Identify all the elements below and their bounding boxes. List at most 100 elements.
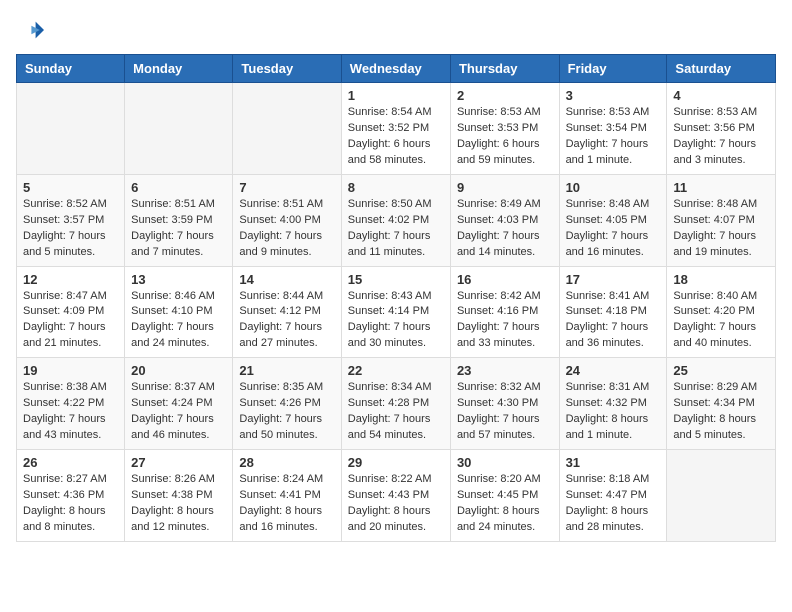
day-info: Sunrise: 8:37 AM Sunset: 4:24 PM Dayligh…	[131, 380, 226, 444]
day-number: 12	[23, 272, 118, 287]
calendar-cell: 4Sunrise: 8:53 AM Sunset: 3:56 PM Daylig…	[667, 83, 776, 175]
day-number: 25	[673, 363, 769, 378]
day-number: 27	[131, 455, 226, 470]
day-info: Sunrise: 8:50 AM Sunset: 4:02 PM Dayligh…	[348, 197, 444, 261]
calendar-week-4: 19 Sunrise: 8:38 AM Sunset: 4:22 PM Dayli…	[17, 358, 776, 450]
calendar-week-2: 5 Sunrise: 8:52 AM Sunset: 3:57 PM Daylig…	[17, 174, 776, 266]
calendar-cell	[125, 83, 233, 175]
day-number: 15	[348, 272, 444, 287]
calendar-cell: 24Sunrise: 8:31 AM Sunset: 4:32 PM Dayli…	[559, 358, 667, 450]
calendar-cell: 27 Sunrise: 8:26 AM Sunset: 4:38 PM Dayli…	[125, 450, 233, 542]
calendar-cell: 22Sunrise: 8:34 AM Sunset: 4:28 PM Dayli…	[341, 358, 450, 450]
day-info: Sunrise: 8:52 AM Sunset: 3:57 PM Dayligh…	[23, 197, 118, 261]
day-number: 11	[673, 180, 769, 195]
weekday-header-sunday: Sunday	[17, 55, 125, 83]
day-number: 28	[239, 455, 334, 470]
calendar-cell: 21 Sunrise: 8:35 AM Sunset: 4:26 PM Dayli…	[233, 358, 341, 450]
day-info: Sunrise: 8:41 AM Sunset: 4:18 PM Dayligh…	[566, 289, 661, 353]
day-info: Sunrise: 8:40 AM Sunset: 4:20 PM Dayligh…	[673, 289, 769, 353]
day-info: Sunrise: 8:47 AM Sunset: 4:09 PM Dayligh…	[23, 289, 118, 353]
day-number: 18	[673, 272, 769, 287]
weekday-header-wednesday: Wednesday	[341, 55, 450, 83]
day-info: Sunrise: 8:53 AM Sunset: 3:54 PM Dayligh…	[566, 105, 661, 169]
day-number: 31	[566, 455, 661, 470]
calendar-body: 1 Sunrise: 8:54 AM Sunset: 3:52 PM Daylig…	[17, 83, 776, 542]
day-number: 17	[566, 272, 661, 287]
day-info: Sunrise: 8:53 AM Sunset: 3:53 PM Dayligh…	[457, 105, 553, 169]
day-info: Sunrise: 8:32 AM Sunset: 4:30 PM Dayligh…	[457, 380, 553, 444]
day-info: Sunrise: 8:51 AM Sunset: 3:59 PM Dayligh…	[131, 197, 226, 261]
calendar-cell: 12 Sunrise: 8:47 AM Sunset: 4:09 PM Dayli…	[17, 266, 125, 358]
weekday-header-friday: Friday	[559, 55, 667, 83]
day-info: Sunrise: 8:27 AM Sunset: 4:36 PM Dayligh…	[23, 472, 118, 536]
day-info: Sunrise: 8:54 AM Sunset: 3:52 PM Dayligh…	[348, 105, 444, 169]
calendar-cell: 20 Sunrise: 8:37 AM Sunset: 4:24 PM Dayli…	[125, 358, 233, 450]
calendar-cell: 11Sunrise: 8:48 AM Sunset: 4:07 PM Dayli…	[667, 174, 776, 266]
day-number: 14	[239, 272, 334, 287]
calendar-week-1: 1 Sunrise: 8:54 AM Sunset: 3:52 PM Daylig…	[17, 83, 776, 175]
day-info: Sunrise: 8:38 AM Sunset: 4:22 PM Dayligh…	[23, 380, 118, 444]
calendar-cell: 6 Sunrise: 8:51 AM Sunset: 3:59 PM Daylig…	[125, 174, 233, 266]
logo-icon	[16, 16, 44, 44]
calendar-cell: 19 Sunrise: 8:38 AM Sunset: 4:22 PM Dayli…	[17, 358, 125, 450]
calendar-cell: 31 Sunrise: 8:18 AM Sunset: 4:47 PM Dayli…	[559, 450, 667, 542]
day-number: 26	[23, 455, 118, 470]
day-number: 19	[23, 363, 118, 378]
day-info: Sunrise: 8:51 AM Sunset: 4:00 PM Dayligh…	[239, 197, 334, 261]
calendar-cell: 15 Sunrise: 8:43 AM Sunset: 4:14 PM Dayli…	[341, 266, 450, 358]
day-number: 13	[131, 272, 226, 287]
day-number: 16	[457, 272, 553, 287]
day-number: 2	[457, 88, 553, 103]
calendar-cell: 29 Sunrise: 8:22 AM Sunset: 4:43 PM Dayli…	[341, 450, 450, 542]
calendar-cell: 10 Sunrise: 8:48 AM Sunset: 4:05 PM Dayli…	[559, 174, 667, 266]
day-number: 6	[131, 180, 226, 195]
day-info: Sunrise: 8:29 AM Sunset: 4:34 PM Dayligh…	[673, 380, 769, 444]
calendar-cell: 28Sunrise: 8:24 AM Sunset: 4:41 PM Dayli…	[233, 450, 341, 542]
day-info: Sunrise: 8:49 AM Sunset: 4:03 PM Dayligh…	[457, 197, 553, 261]
day-info: Sunrise: 8:46 AM Sunset: 4:10 PM Dayligh…	[131, 289, 226, 353]
calendar-cell: 1 Sunrise: 8:54 AM Sunset: 3:52 PM Daylig…	[341, 83, 450, 175]
calendar-cell: 9Sunrise: 8:49 AM Sunset: 4:03 PM Daylig…	[450, 174, 559, 266]
calendar-cell	[17, 83, 125, 175]
calendar-cell: 18 Sunrise: 8:40 AM Sunset: 4:20 PM Dayli…	[667, 266, 776, 358]
header	[16, 16, 776, 44]
calendar-cell: 26 Sunrise: 8:27 AM Sunset: 4:36 PM Dayli…	[17, 450, 125, 542]
calendar-cell: 23 Sunrise: 8:32 AM Sunset: 4:30 PM Dayli…	[450, 358, 559, 450]
day-number: 3	[566, 88, 661, 103]
day-number: 1	[348, 88, 444, 103]
day-info: Sunrise: 8:31 AM Sunset: 4:32 PM Dayligh…	[566, 380, 661, 444]
day-number: 22	[348, 363, 444, 378]
calendar-cell: 16 Sunrise: 8:42 AM Sunset: 4:16 PM Dayli…	[450, 266, 559, 358]
day-number: 20	[131, 363, 226, 378]
day-info: Sunrise: 8:22 AM Sunset: 4:43 PM Dayligh…	[348, 472, 444, 536]
calendar-week-5: 26 Sunrise: 8:27 AM Sunset: 4:36 PM Dayli…	[17, 450, 776, 542]
weekday-header-monday: Monday	[125, 55, 233, 83]
day-info: Sunrise: 8:48 AM Sunset: 4:05 PM Dayligh…	[566, 197, 661, 261]
calendar-cell: 8 Sunrise: 8:50 AM Sunset: 4:02 PM Daylig…	[341, 174, 450, 266]
weekday-header: SundayMondayTuesdayWednesdayThursdayFrid…	[17, 55, 776, 83]
day-number: 21	[239, 363, 334, 378]
day-number: 8	[348, 180, 444, 195]
calendar-cell: 5 Sunrise: 8:52 AM Sunset: 3:57 PM Daylig…	[17, 174, 125, 266]
weekday-header-tuesday: Tuesday	[233, 55, 341, 83]
day-info: Sunrise: 8:42 AM Sunset: 4:16 PM Dayligh…	[457, 289, 553, 353]
weekday-header-thursday: Thursday	[450, 55, 559, 83]
calendar-cell: 3 Sunrise: 8:53 AM Sunset: 3:54 PM Daylig…	[559, 83, 667, 175]
day-info: Sunrise: 8:43 AM Sunset: 4:14 PM Dayligh…	[348, 289, 444, 353]
day-info: Sunrise: 8:20 AM Sunset: 4:45 PM Dayligh…	[457, 472, 553, 536]
day-number: 5	[23, 180, 118, 195]
day-number: 7	[239, 180, 334, 195]
day-number: 29	[348, 455, 444, 470]
day-info: Sunrise: 8:18 AM Sunset: 4:47 PM Dayligh…	[566, 472, 661, 536]
calendar-cell: 30Sunrise: 8:20 AM Sunset: 4:45 PM Dayli…	[450, 450, 559, 542]
day-number: 10	[566, 180, 661, 195]
calendar-cell	[667, 450, 776, 542]
logo	[16, 16, 48, 44]
day-info: Sunrise: 8:35 AM Sunset: 4:26 PM Dayligh…	[239, 380, 334, 444]
calendar-cell: 2 Sunrise: 8:53 AM Sunset: 3:53 PM Daylig…	[450, 83, 559, 175]
day-number: 4	[673, 88, 769, 103]
day-info: Sunrise: 8:26 AM Sunset: 4:38 PM Dayligh…	[131, 472, 226, 536]
day-number: 23	[457, 363, 553, 378]
calendar-cell: 17 Sunrise: 8:41 AM Sunset: 4:18 PM Dayli…	[559, 266, 667, 358]
day-info: Sunrise: 8:44 AM Sunset: 4:12 PM Dayligh…	[239, 289, 334, 353]
